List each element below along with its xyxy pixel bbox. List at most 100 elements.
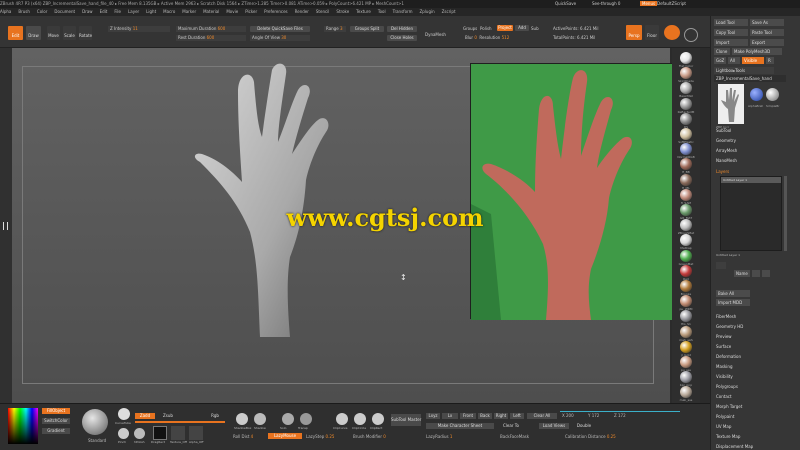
menu-zscript[interactable]: Zscript: [442, 9, 456, 14]
z-intensity-slider[interactable]: Z Intensity 11: [108, 26, 170, 32]
make-character-sheet-button[interactable]: Make Character Sheet: [426, 423, 494, 429]
groups-split-button[interactable]: Groups Split: [350, 26, 384, 32]
menu-marker[interactable]: Marker: [182, 9, 196, 14]
displacement-map-menu[interactable]: Displacement Map: [716, 444, 753, 449]
solo-icon[interactable]: [282, 413, 294, 425]
backfacemask-button[interactable]: BackFaceMask: [500, 434, 529, 439]
fibermesh-menu[interactable]: FiberMesh: [716, 314, 736, 319]
r-button[interactable]: R: [766, 57, 774, 64]
rest-duration-slider[interactable]: Rest Duration 600: [176, 35, 246, 41]
simplebrush-thumb-icon[interactable]: [766, 88, 779, 101]
layer-down-button[interactable]: [762, 270, 770, 277]
load-views-button[interactable]: Load Views: [539, 423, 569, 429]
standard-brush-icon[interactable]: [82, 409, 108, 435]
masking-menu[interactable]: Masking: [716, 364, 733, 369]
import-button[interactable]: Import: [714, 39, 748, 46]
goz-button[interactable]: GoZ: [714, 57, 726, 64]
double-button[interactable]: Double: [572, 423, 596, 429]
material-sphere-4[interactable]: [680, 112, 692, 125]
visible-button[interactable]: Visible: [742, 57, 764, 64]
material-sphere-15[interactable]: [680, 280, 692, 292]
menu-alpha[interactable]: Alpha: [0, 9, 11, 14]
range-slider[interactable]: Range 3: [324, 26, 346, 32]
x-coordinate[interactable]: X 200: [562, 413, 574, 418]
paste-tool-button[interactable]: Paste Tool: [750, 29, 784, 36]
close-holes-button[interactable]: Close Holes: [387, 35, 417, 41]
polygroups-menu[interactable]: Polygroups: [716, 384, 738, 389]
lazymouse-button[interactable]: LazyMouse: [268, 433, 302, 439]
local-symmetry-button[interactable]: [664, 25, 680, 40]
menu-picker[interactable]: Picker: [245, 9, 257, 14]
material-sphere-0[interactable]: [680, 52, 692, 64]
maximum-duration-slider[interactable]: Maximum Duration 600: [176, 26, 246, 32]
shadowbox-icon[interactable]: [236, 413, 248, 425]
groups-label[interactable]: Groups: [463, 26, 477, 31]
clear-to-button[interactable]: Clear To: [496, 423, 526, 429]
make-polymesh-button[interactable]: Make PolyMesh3D: [732, 48, 782, 55]
curvetube-brush-icon[interactable]: [118, 408, 130, 420]
layer-up-button[interactable]: [752, 270, 760, 277]
layers-scrollbar[interactable]: [784, 176, 787, 251]
lightbox-tools-button[interactable]: Lightbox▸Tools: [714, 67, 774, 74]
menu-document[interactable]: Document: [54, 9, 75, 14]
zsub-button[interactable]: Zsub: [158, 413, 178, 419]
subtool-menu[interactable]: SubTool: [716, 128, 731, 133]
texture-map-menu[interactable]: Texture Map: [716, 434, 740, 439]
layer-record-button[interactable]: [716, 262, 726, 269]
dragrect-stroke-icon[interactable]: [153, 426, 167, 440]
subtool-master-button[interactable]: SubTool Master: [391, 414, 421, 426]
menu-draw[interactable]: Draw: [82, 9, 92, 14]
shadow-icon[interactable]: [254, 413, 266, 425]
quicksave-button[interactable]: QuickSave: [555, 1, 576, 6]
nanomesh-menu[interactable]: NanoMesh: [716, 158, 737, 163]
menu-texture[interactable]: Texture: [356, 9, 371, 14]
left-button[interactable]: Left: [510, 413, 524, 419]
menu-light[interactable]: Light: [146, 9, 156, 14]
polypaint-menu[interactable]: Polypaint: [716, 414, 734, 419]
menu-macro[interactable]: Macro: [163, 9, 175, 14]
export-button[interactable]: Export: [750, 39, 784, 46]
clone-button[interactable]: Clone: [714, 48, 730, 55]
layers-menu[interactable]: Layers: [716, 169, 729, 174]
brush-modifier-slider[interactable]: Brush Modifier 0: [353, 434, 386, 439]
rgb-button[interactable]: Rgb: [205, 413, 225, 419]
layer-name-field[interactable]: Untitled Layer 1: [716, 253, 740, 257]
all-button[interactable]: All: [728, 57, 740, 64]
lazystep-slider[interactable]: LazyStep 0.25: [306, 434, 334, 439]
layer-1-row[interactable]: Untitled Layer 1: [721, 177, 781, 183]
material-sphere-18[interactable]: [680, 325, 692, 338]
transp-icon[interactable]: [300, 413, 312, 425]
lx-toggle[interactable]: Lx: [442, 413, 458, 419]
dynamesh-label[interactable]: DynaMesh: [425, 32, 446, 37]
gradient-button[interactable]: Gradient: [42, 428, 70, 434]
menu-movie[interactable]: Movie: [226, 9, 238, 14]
surface-menu[interactable]: Surface: [716, 344, 731, 349]
morph-target-menu[interactable]: Morph Target: [716, 404, 742, 409]
material-sphere-3[interactable]: [680, 97, 692, 110]
persp-button[interactable]: Persp: [626, 25, 642, 40]
menu-material[interactable]: Material: [203, 9, 219, 14]
geometry-hd-menu[interactable]: Geometry HD: [716, 324, 743, 329]
menu-brush[interactable]: Brush: [18, 9, 30, 14]
menu-edit[interactable]: Edit: [100, 9, 108, 14]
import-mdd-button[interactable]: Import MDD: [716, 299, 750, 306]
menu-file[interactable]: File: [114, 9, 121, 14]
deformation-menu[interactable]: Deformation: [716, 354, 741, 359]
z-coordinate[interactable]: Z 172: [614, 413, 626, 418]
menus-button[interactable]: Menus: [640, 1, 658, 6]
lazyradius-slider[interactable]: LazyRadius 1: [426, 434, 452, 439]
material-sphere-13[interactable]: [680, 249, 692, 262]
switch-color-button[interactable]: SwitchColor: [42, 418, 70, 424]
menu-preferences[interactable]: Preferences: [264, 9, 288, 14]
blur-resolution-sliders[interactable]: Blur 0 Resolution 512: [463, 35, 548, 41]
menu-stencil[interactable]: Stencil: [316, 9, 330, 14]
contact-menu[interactable]: Contact: [716, 394, 732, 399]
default-zscript-button[interactable]: DefaultZScript: [657, 1, 686, 6]
zadd-button[interactable]: Zadd: [135, 413, 155, 419]
lx-button[interactable]: Lxyz: [426, 413, 440, 419]
menu-zplugin[interactable]: Zplugin: [420, 9, 435, 14]
roll-dist-slider[interactable]: Roll Dist 4: [233, 434, 253, 439]
floor-button[interactable]: Floor: [645, 25, 659, 40]
layer-name-button[interactable]: Name: [734, 270, 750, 277]
coordinate-slider-track[interactable]: [560, 411, 680, 412]
